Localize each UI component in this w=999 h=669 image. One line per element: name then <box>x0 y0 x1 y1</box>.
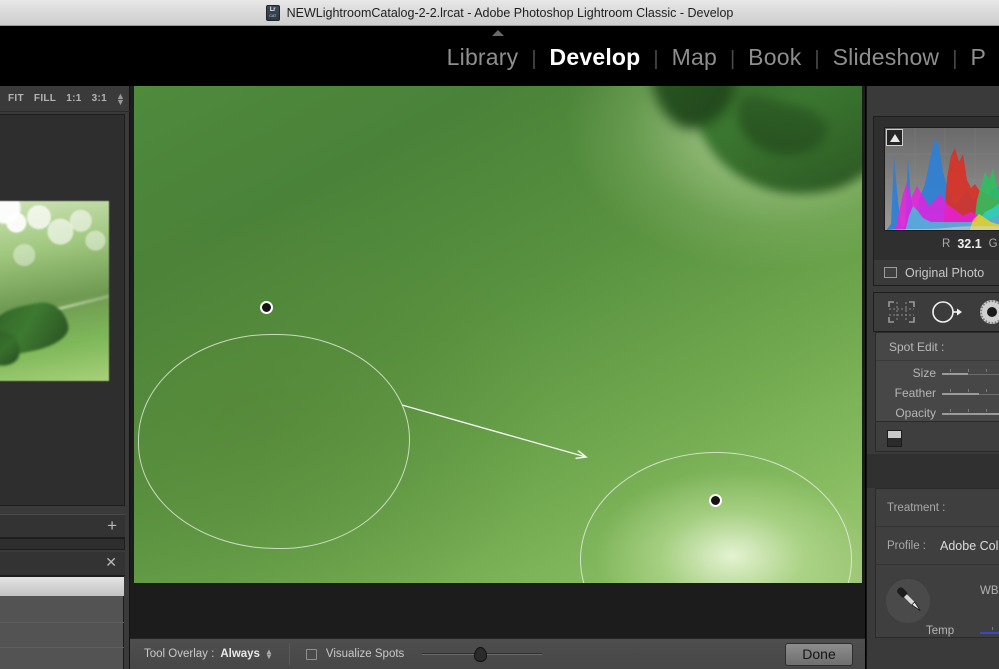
histogram-readout: R 32.1 G <box>884 235 999 253</box>
right-panel: R 32.1 G Original Photo Spot Edit: Size… <box>866 86 999 669</box>
window-title: NEWLightroomCatalog-2-2.lrcat - Adobe Ph… <box>286 5 734 20</box>
treatment-label: Treatment : <box>887 501 946 514</box>
original-photo-row[interactable]: Original Photo <box>873 260 999 286</box>
history-list-item-selected[interactable] <box>0 577 124 596</box>
profile-label: Profile : <box>887 539 926 552</box>
zoom-fit[interactable]: FIT <box>0 93 29 104</box>
tool-overlay-value[interactable]: Always <box>220 648 260 660</box>
shadow-clipping-indicator-icon[interactable] <box>886 129 903 146</box>
toolbar-divider <box>288 643 290 665</box>
spot-source-circle[interactable] <box>138 334 410 549</box>
navigator-thumbnail-image <box>0 201 109 381</box>
visualize-spots-checkbox[interactable] <box>305 648 317 660</box>
histogram-channel-r-value: 32.1 <box>957 237 982 251</box>
zoom-stepper-down-icon: ▼ <box>115 96 125 107</box>
profile-row[interactable]: Profile : Adobe Col <box>876 527 999 565</box>
feather-slider-fill <box>942 393 979 395</box>
done-button[interactable]: Done <box>785 642 853 666</box>
feather-slider[interactable] <box>942 387 999 399</box>
tool-overlay-label: Tool Overlay : <box>144 648 215 660</box>
size-slider-row: Size <box>876 363 999 383</box>
opacity-slider-fill <box>942 413 999 415</box>
zoom-fill[interactable]: FILL <box>29 93 61 104</box>
red-eye-tool-icon[interactable] <box>978 298 999 326</box>
feather-slider-row: Feather <box>876 383 999 403</box>
temp-slider[interactable] <box>980 627 999 637</box>
opacity-slider-label: Opacity <box>895 406 936 420</box>
bottom-toolbar: Tool Overlay : Always ▲ ▼ Visualize Spot… <box>130 638 865 669</box>
original-photo-label: Original Photo <box>905 265 985 280</box>
tool-overlay-stepper-icon[interactable]: ▲ ▼ <box>264 648 273 661</box>
photo-canvas[interactable] <box>134 86 862 583</box>
lightroom-catalog-icon: Lr CAT <box>265 4 280 21</box>
temp-slider-fill <box>980 632 999 634</box>
size-slider[interactable] <box>942 367 999 379</box>
top-module-bar: Library | Develop | Map | Book | Slidesh… <box>0 26 999 86</box>
profile-value[interactable]: Adobe Col <box>940 539 998 553</box>
spot-panel-footer <box>875 422 999 452</box>
size-slider-fill <box>942 373 968 375</box>
right-panel-gap <box>867 454 999 488</box>
zoom-stepper-icon[interactable]: ▲ ▼ <box>115 91 125 107</box>
visualize-slider-knob[interactable] <box>474 647 488 662</box>
spot-destination-circle[interactable] <box>580 452 852 583</box>
module-map[interactable]: Map <box>659 44 730 71</box>
spot-removal-tool-icon[interactable] <box>930 299 964 325</box>
histogram-channel-g-label: G <box>988 238 998 250</box>
clear-history-icon[interactable]: ✕ <box>105 552 117 572</box>
module-library[interactable]: Library <box>434 44 532 71</box>
module-picker: Library | Develop | Map | Book | Slidesh… <box>434 44 999 71</box>
top-panel-toggle-arrow-icon[interactable] <box>492 30 504 36</box>
module-book[interactable]: Book <box>735 44 814 71</box>
left-panel: FIT FILL 1:1 3:1 ▲ ▼ + ✕ <box>0 86 130 669</box>
module-develop[interactable]: Develop <box>537 44 654 71</box>
histogram-panel: R 32.1 G <box>873 116 999 264</box>
center-content-area: Tool Overlay : Always ▲ ▼ Visualize Spot… <box>130 86 865 669</box>
treatment-row[interactable]: Treatment : <box>876 489 999 527</box>
lightroom-icon-bottom-text: CAT <box>269 13 277 18</box>
original-photo-checkbox-icon[interactable] <box>884 267 897 278</box>
title-wrap: Lr CAT NEWLightroomCatalog-2-2.lrcat - A… <box>265 4 734 21</box>
navigator-preview[interactable] <box>0 114 125 506</box>
spot-edit-panel: Spot Edit : Size Feather Opacity <box>875 332 999 422</box>
title-bar: Lr CAT NEWLightroomCatalog-2-2.lrcat - A… <box>0 0 999 26</box>
left-section-subheader <box>0 538 125 550</box>
opacity-slider[interactable] <box>942 407 999 419</box>
size-slider-label: Size <box>912 366 936 380</box>
history-list[interactable] <box>0 576 124 669</box>
spot-edit-header[interactable]: Spot Edit : <box>876 333 999 361</box>
navigator-zoom-row: FIT FILL 1:1 3:1 ▲ ▼ <box>0 86 130 112</box>
module-print[interactable]: P <box>957 44 999 71</box>
module-slideshow[interactable]: Slideshow <box>820 44 953 71</box>
lightroom-window: Lr CAT NEWLightroomCatalog-2-2.lrcat - A… <box>0 0 999 669</box>
spot-destination-handle[interactable] <box>709 494 722 507</box>
spot-edit-title: Spot Edit : <box>889 339 945 354</box>
zoom-3-1[interactable]: 3:1 <box>87 93 112 104</box>
visualize-spots-slider[interactable] <box>422 647 543 662</box>
triangle-up-icon <box>889 133 900 142</box>
zoom-1-1[interactable]: 1:1 <box>61 93 86 104</box>
visualize-spots-label: Visualize Spots <box>325 648 405 660</box>
feather-slider-label: Feather <box>894 386 936 400</box>
tool-overlay-stepper-down-icon: ▼ <box>264 652 273 661</box>
crop-overlay-tool-icon[interactable] <box>887 300 916 324</box>
eyedropper-icon[interactable] <box>890 581 930 626</box>
before-after-swatch-icon[interactable] <box>887 430 902 447</box>
history-list-item[interactable] <box>0 647 124 648</box>
tool-strip <box>873 292 999 332</box>
add-preset-icon[interactable]: + <box>107 516 117 536</box>
temp-label: Temp <box>926 625 955 637</box>
basic-panel: Treatment : Profile : Adobe Col WB : Tem… <box>875 488 999 638</box>
white-balance-label: WB : <box>980 585 999 597</box>
histogram-channel-r-label: R <box>942 238 951 250</box>
history-list-item[interactable] <box>0 622 124 623</box>
opacity-slider-row: Opacity <box>876 403 999 423</box>
spot-source-handle[interactable] <box>260 301 273 314</box>
